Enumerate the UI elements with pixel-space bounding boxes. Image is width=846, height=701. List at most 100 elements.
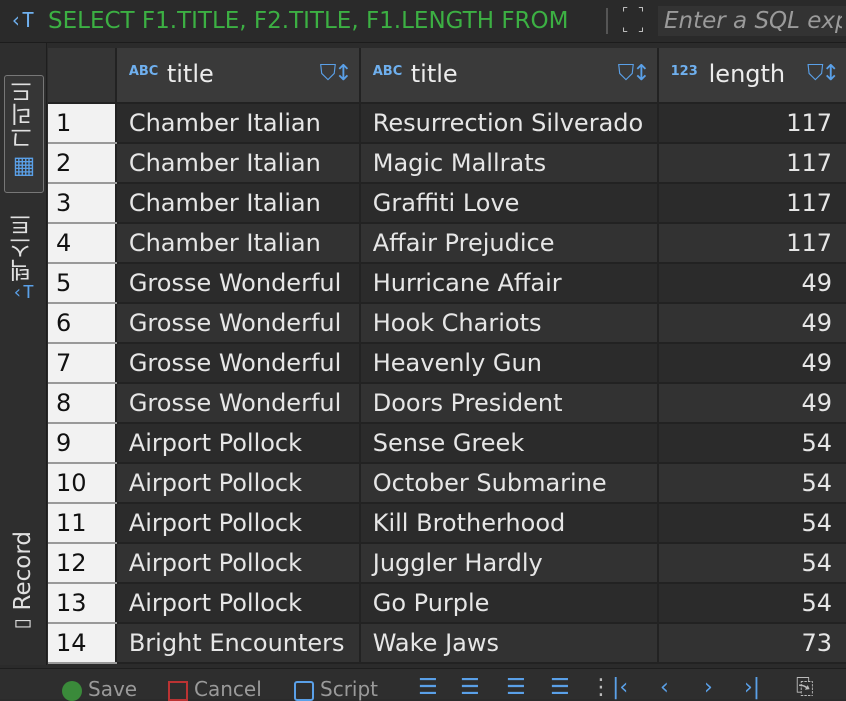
cell-title-2[interactable]: Magic Mallrats xyxy=(359,143,659,184)
table-row[interactable]: 9 Airport Pollock Sense Greek 54 xyxy=(48,423,846,464)
bottom-toolbar: Save Cancel Script ☰ ☰ ☰ ☰ ⋮ |‹ ‹ › ›| ⎘ xyxy=(0,668,846,701)
row-number-cell[interactable]: 14 xyxy=(48,623,117,664)
row-number-cell[interactable]: 9 xyxy=(48,423,117,464)
cell-title-2[interactable]: Juggler Hardly xyxy=(359,543,659,584)
row-number-cell[interactable]: 2 xyxy=(48,143,117,184)
row-number-cell[interactable]: 8 xyxy=(48,383,117,424)
cell-title-1[interactable]: Airport Pollock xyxy=(115,503,361,544)
cell-length[interactable]: 54 xyxy=(657,543,846,584)
table-row[interactable]: 10 Airport Pollock October Submarine 54 xyxy=(48,463,846,504)
cell-title-1[interactable]: Bright Encounters xyxy=(115,623,361,664)
row-number-cell[interactable]: 5 xyxy=(48,263,117,304)
column-header-title-2[interactable]: ABC title ⛉↕ xyxy=(359,48,659,104)
last-page-icon[interactable]: ›| xyxy=(744,675,760,700)
cell-length[interactable]: 117 xyxy=(657,183,846,224)
cell-title-2[interactable]: Hurricane Affair xyxy=(359,263,659,304)
row-number-cell[interactable]: 1 xyxy=(48,103,117,144)
filter-sort-icon[interactable]: ⛉↕ xyxy=(618,61,651,86)
cell-title-1[interactable]: Grosse Wonderful xyxy=(115,383,361,424)
cell-length[interactable]: 54 xyxy=(657,423,846,464)
filter-sort-icon[interactable]: ⛉↕ xyxy=(807,61,840,86)
table-row[interactable]: 5 Grosse Wonderful Hurricane Affair 49 xyxy=(48,263,846,304)
table-row[interactable]: 12 Airport Pollock Juggler Hardly 54 xyxy=(48,543,846,584)
cell-title-1[interactable]: Chamber Italian xyxy=(115,223,361,264)
cell-title-1[interactable]: Grosse Wonderful xyxy=(115,303,361,344)
table-row[interactable]: 8 Grosse Wonderful Doors President 49 xyxy=(48,383,846,424)
cell-length[interactable]: 73 xyxy=(657,623,846,664)
cell-title-2[interactable]: October Submarine xyxy=(359,463,659,504)
cell-length[interactable]: 117 xyxy=(657,223,846,264)
cell-length[interactable]: 54 xyxy=(657,463,846,504)
row-number-header[interactable] xyxy=(48,48,117,104)
script-button[interactable]: Script xyxy=(294,677,378,701)
row-number-cell[interactable]: 11 xyxy=(48,503,117,544)
cell-title-1[interactable]: Chamber Italian xyxy=(115,183,361,224)
cell-length[interactable]: 117 xyxy=(657,103,846,144)
more-icon[interactable]: ⋮ xyxy=(590,675,612,700)
first-page-icon[interactable]: |‹ xyxy=(612,675,628,700)
table-row[interactable]: 7 Grosse Wonderful Heavenly Gun 49 xyxy=(48,343,846,384)
cell-length[interactable]: 49 xyxy=(657,263,846,304)
prev-page-icon[interactable]: ‹ xyxy=(660,675,669,700)
delete-row-icon[interactable]: ☰ xyxy=(550,675,570,700)
cell-length[interactable]: 49 xyxy=(657,343,846,384)
table-row[interactable]: 1 Chamber Italian Resurrection Silverado 11… xyxy=(48,103,846,144)
cell-title-1[interactable]: Airport Pollock xyxy=(115,423,361,464)
table-row[interactable]: 6 Grosse Wonderful Hook Chariots 49 xyxy=(48,303,846,344)
cell-title-1[interactable]: Grosse Wonderful xyxy=(115,263,361,304)
cell-length[interactable]: 117 xyxy=(657,143,846,184)
cell-title-2[interactable]: Hook Chariots xyxy=(359,303,659,344)
cell-length[interactable]: 49 xyxy=(657,303,846,344)
row-number-cell[interactable]: 4 xyxy=(48,223,117,264)
edit-row-icon[interactable]: ☰ xyxy=(418,675,438,700)
cell-title-2[interactable]: Doors President xyxy=(359,383,659,424)
cell-title-2[interactable]: Affair Prejudice xyxy=(359,223,659,264)
cell-length[interactable]: 54 xyxy=(657,583,846,624)
cell-title-2[interactable]: Wake Jaws xyxy=(359,623,659,664)
row-number-cell[interactable]: 3 xyxy=(48,183,117,224)
row-number-cell[interactable]: 13 xyxy=(48,583,117,624)
cell-title-2[interactable]: Go Purple xyxy=(359,583,659,624)
column-header-length[interactable]: 123 length ⛉↕ xyxy=(657,48,846,104)
cell-title-2[interactable]: Resurrection Silverado xyxy=(359,103,659,144)
cell-length[interactable]: 49 xyxy=(657,383,846,424)
tab-grid[interactable]: 그리드 ▦ xyxy=(4,75,44,193)
query-text[interactable]: SELECT F1.TITLE, F2.TITLE, F1.LENGTH FRO… xyxy=(48,6,603,36)
table-row[interactable]: 13 Airport Pollock Go Purple 54 xyxy=(48,583,846,624)
table-row[interactable]: 4 Chamber Italian Affair Prejudice 117 xyxy=(48,223,846,264)
cell-title-1[interactable]: Airport Pollock xyxy=(115,463,361,504)
cell-title-2[interactable]: Heavenly Gun xyxy=(359,343,659,384)
row-number-cell[interactable]: 6 xyxy=(48,303,117,344)
text-icon: ‹T xyxy=(12,282,34,303)
tab-text[interactable]: 텍스트 ‹T xyxy=(4,213,42,323)
row-number-cell[interactable]: 7 xyxy=(48,343,117,384)
cell-title-1[interactable]: Grosse Wonderful xyxy=(115,343,361,384)
save-button[interactable]: Save xyxy=(62,677,137,701)
table-row[interactable]: 2 Chamber Italian Magic Mallrats 117 xyxy=(48,143,846,184)
table-row[interactable]: 3 Chamber Italian Graffiti Love 117 xyxy=(48,183,846,224)
cancel-button[interactable]: Cancel xyxy=(168,677,262,701)
row-number-cell[interactable]: 10 xyxy=(48,463,117,504)
copy-row-icon[interactable]: ☰ xyxy=(506,675,526,700)
next-page-icon[interactable]: › xyxy=(704,675,713,700)
cell-title-1[interactable]: Airport Pollock xyxy=(115,583,361,624)
cell-title-2[interactable]: Sense Greek xyxy=(359,423,659,464)
cell-length[interactable]: 54 xyxy=(657,503,846,544)
table-row[interactable]: 14 Bright Encounters Wake Jaws 73 xyxy=(48,623,846,664)
cell-title-1[interactable]: Airport Pollock xyxy=(115,543,361,584)
row-number-cell[interactable]: 12 xyxy=(48,543,117,584)
filter-sort-icon[interactable]: ⛉↕ xyxy=(320,61,353,86)
expand-icon[interactable]: ⌜ ⌝ ⌞ ⌟ xyxy=(618,4,652,38)
export-icon[interactable]: ⎘ xyxy=(796,675,814,700)
cell-title-2[interactable]: Kill Brotherhood xyxy=(359,503,659,544)
add-row-icon[interactable]: ☰ xyxy=(460,675,480,700)
tab-record[interactable]: Record ▭ xyxy=(4,531,42,655)
column-header-title-1[interactable]: ABC title ⛉↕ xyxy=(115,48,361,104)
filter-input[interactable] xyxy=(658,6,846,36)
filter-bar: ‹T SELECT F1.TITLE, F2.TITLE, F1.LENGTH … xyxy=(0,0,846,43)
cell-title-2[interactable]: Graffiti Love xyxy=(359,183,659,224)
cancel-label: Cancel xyxy=(194,677,262,701)
table-row[interactable]: 11 Airport Pollock Kill Brotherhood 54 xyxy=(48,503,846,544)
cell-title-1[interactable]: Chamber Italian xyxy=(115,103,361,144)
cell-title-1[interactable]: Chamber Italian xyxy=(115,143,361,184)
